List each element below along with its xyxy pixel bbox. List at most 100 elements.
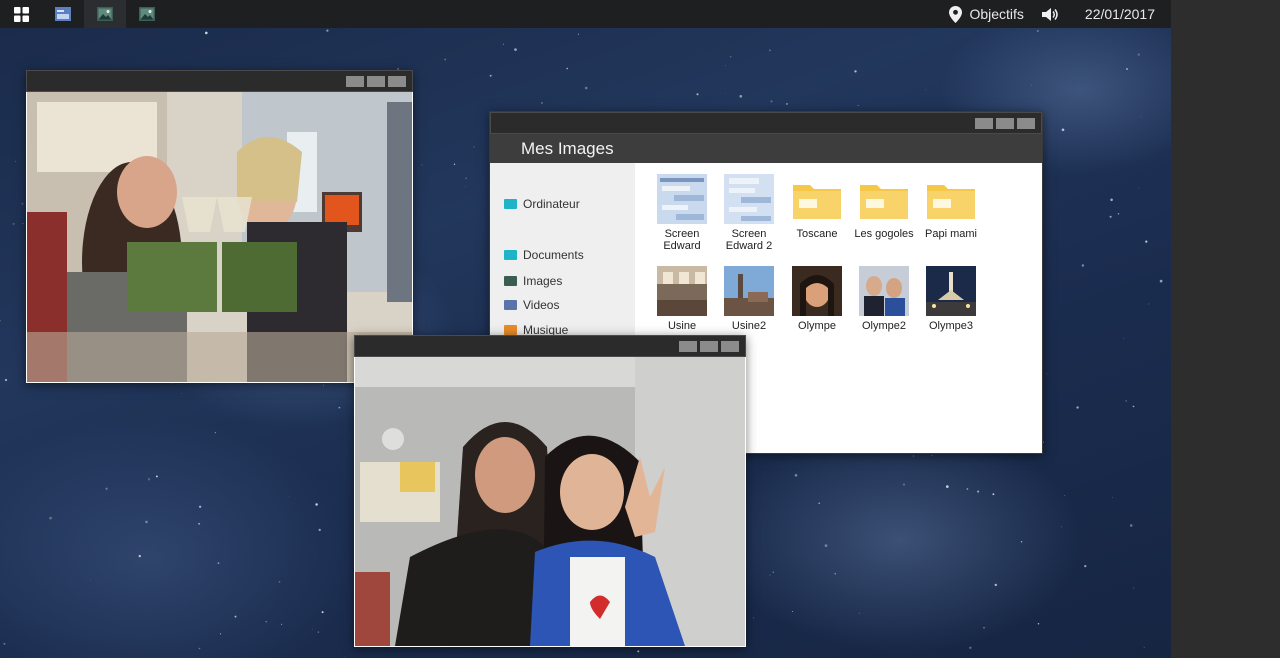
star	[577, 33, 580, 35]
star	[145, 520, 148, 524]
star	[321, 611, 324, 614]
window-titlebar[interactable]	[354, 335, 746, 357]
speaker-icon	[1041, 7, 1058, 21]
star	[931, 455, 933, 457]
star	[217, 562, 220, 564]
system-tray: Objectifs 22/01/2017	[931, 0, 1155, 28]
sidebar-item-label: Ordinateur	[523, 197, 580, 211]
explorer-title: Mes Images	[521, 139, 614, 158]
minimize-button[interactable]	[975, 118, 993, 129]
window-titlebar[interactable]	[26, 70, 413, 92]
file-item-screen-edward-2[interactable]: Screen Edward 2	[718, 174, 780, 252]
star	[854, 70, 857, 73]
star	[181, 393, 183, 395]
star	[541, 102, 543, 104]
star	[198, 505, 202, 508]
star	[1109, 215, 1112, 218]
star	[219, 633, 222, 635]
star	[772, 571, 774, 573]
objectives-label: Objectifs	[969, 6, 1024, 22]
star	[138, 554, 141, 558]
star	[1037, 623, 1040, 625]
file-item-toscane[interactable]: Toscane	[786, 174, 848, 240]
file-item-papi-mami[interactable]: Papi mami	[920, 174, 982, 240]
file-item-screen-edward[interactable]: Screen Edward	[651, 174, 713, 252]
star	[769, 574, 771, 576]
maximize-button[interactable]	[367, 76, 385, 87]
star	[315, 503, 318, 506]
volume-button[interactable]	[1041, 7, 1067, 22]
star	[265, 621, 267, 623]
star	[278, 580, 281, 583]
star	[857, 104, 859, 106]
sidebar-item-ordinateur[interactable]: Ordinateur	[504, 197, 580, 211]
image-thumbnail	[724, 266, 774, 316]
taskbar-photo-window-1[interactable]	[84, 0, 126, 28]
star	[925, 89, 927, 91]
photo-viewer-window-2[interactable]	[354, 335, 746, 647]
maximize-button[interactable]	[996, 118, 1014, 129]
star	[489, 74, 492, 77]
star	[1081, 264, 1085, 267]
star	[725, 65, 726, 66]
image-thumbnail	[859, 266, 909, 316]
taskbar-photo-window-2[interactable]	[126, 0, 168, 28]
screenshot-thumbnail	[724, 174, 774, 224]
close-button[interactable]	[1017, 118, 1035, 129]
star	[198, 522, 201, 525]
photo-selfie	[355, 357, 745, 646]
sidebar-item-documents[interactable]: Documents	[504, 248, 584, 262]
star	[1129, 524, 1133, 527]
sidebar-item-images[interactable]: Images	[504, 274, 562, 288]
file-item-olympe3[interactable]: Olympe3	[920, 266, 982, 332]
sidebar-item-label: Images	[523, 274, 563, 288]
star	[637, 650, 640, 653]
start-button[interactable]	[0, 0, 42, 28]
sidebar-item-videos[interactable]: Videos	[504, 298, 559, 312]
computer-icon	[504, 199, 517, 209]
image-thumbnail	[792, 266, 842, 316]
star	[994, 583, 997, 587]
file-item-usine2[interactable]: Usine2	[718, 266, 780, 332]
file-item-olympe2[interactable]: Olympe2	[853, 266, 915, 332]
star	[945, 485, 949, 488]
star	[12, 222, 15, 225]
file-item-olympe[interactable]: Olympe	[786, 266, 848, 332]
minimize-button[interactable]	[346, 76, 364, 87]
folder-icon	[860, 181, 908, 219]
file-item-les-gogoles[interactable]: Les gogoles	[853, 174, 915, 240]
file-label: Screen Edward	[663, 228, 701, 252]
star	[977, 490, 980, 493]
star	[792, 611, 794, 612]
star	[338, 406, 341, 409]
grid-icon	[13, 6, 29, 22]
sidebar-item-label: Videos	[523, 298, 560, 312]
file-item-usine[interactable]: Usine	[651, 266, 713, 332]
star	[1076, 406, 1079, 409]
star	[1159, 279, 1163, 283]
objectives-button[interactable]: Objectifs	[949, 5, 1024, 23]
star	[281, 623, 283, 625]
window-titlebar[interactable]	[490, 112, 1042, 134]
star	[15, 160, 17, 162]
star	[1126, 68, 1128, 70]
star	[465, 177, 468, 180]
location-pin-icon	[949, 5, 963, 23]
star	[21, 202, 24, 205]
star	[902, 483, 906, 486]
file-label: Olympe2	[861, 320, 907, 332]
taskbar-explorer-window[interactable]	[42, 0, 84, 28]
star	[22, 223, 24, 225]
close-button[interactable]	[721, 341, 739, 352]
documents-icon	[504, 250, 517, 260]
close-button[interactable]	[388, 76, 406, 87]
star	[1061, 128, 1065, 132]
maximize-button[interactable]	[700, 341, 718, 352]
star	[0, 319, 1, 322]
star	[326, 29, 329, 32]
star	[1132, 405, 1135, 408]
clock-date[interactable]: 22/01/2017	[1085, 6, 1155, 22]
star	[1140, 116, 1142, 118]
star	[992, 493, 995, 496]
minimize-button[interactable]	[679, 341, 697, 352]
